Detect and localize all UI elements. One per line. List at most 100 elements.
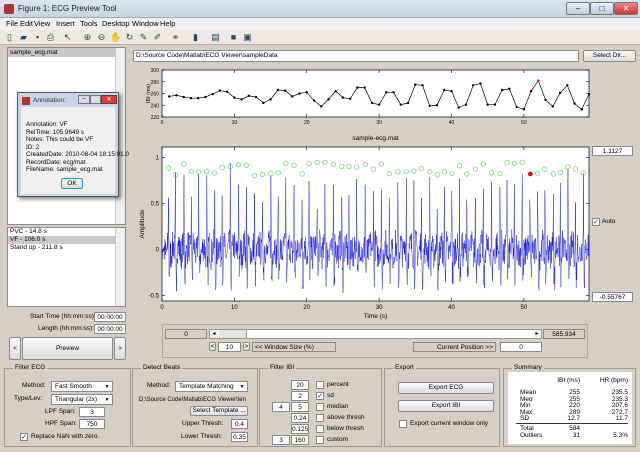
- detect-method-dropdown[interactable]: Template Matching ▼: [175, 381, 248, 392]
- slider-thumb[interactable]: [219, 330, 247, 338]
- ibi-point: [233, 96, 236, 99]
- window-size-increase-button[interactable]: >: [243, 342, 250, 351]
- ibi-point: [327, 98, 330, 101]
- preview-next-button[interactable]: >: [114, 337, 126, 360]
- preview-prev-button[interactable]: <: [9, 337, 21, 360]
- ibi-filter-custom-checkbox[interactable]: [316, 436, 324, 444]
- open-folder-icon[interactable]: ▰: [18, 32, 29, 43]
- auto-checkbox[interactable]: ✓: [592, 218, 600, 226]
- new-file-icon[interactable]: ▯: [4, 32, 15, 43]
- pointer-icon[interactable]: ↖: [62, 32, 73, 43]
- ibi-filter-param-a[interactable]: 4: [272, 402, 290, 412]
- preview-button[interactable]: Preview: [22, 337, 113, 360]
- ibi-filter-above-thresh-checkbox[interactable]: [316, 414, 324, 422]
- menu-edit[interactable]: Edit: [20, 19, 33, 28]
- ibi-point: [320, 105, 323, 108]
- dialog-close-button[interactable]: ✕: [101, 95, 117, 104]
- menu-file[interactable]: File: [6, 19, 18, 28]
- annotation-list[interactable]: PVC - 14.8 s VF - 106.0 s Stand up - 211.8…: [7, 227, 126, 307]
- menu-help[interactable]: Help: [160, 19, 175, 28]
- replace-nan-label: Replace NaN with zero.: [31, 433, 100, 440]
- dialog-minimize-button[interactable]: –: [78, 95, 90, 104]
- menu-insert[interactable]: Insert: [56, 19, 75, 28]
- menu-window[interactable]: Window: [132, 19, 159, 28]
- current-position-input[interactable]: 0: [500, 342, 542, 352]
- auto-label: Auto: [602, 218, 616, 225]
- annotation-list-item[interactable]: PVC - 14.8 s: [8, 228, 115, 236]
- annotation-list-item[interactable]: VF - 106.0 s: [8, 236, 115, 244]
- ibi-filter-param-a[interactable]: 3: [272, 435, 290, 445]
- ibi-point: [435, 104, 439, 107]
- dialog-maximize-button[interactable]: [90, 95, 101, 104]
- hide-plot-tools-icon[interactable]: ■: [228, 32, 239, 43]
- ibi-filter-median-checkbox[interactable]: [316, 403, 324, 411]
- rotate-icon[interactable]: ↻: [124, 32, 135, 43]
- zoom-in-icon[interactable]: ⊕: [82, 32, 93, 43]
- replace-nan-checkbox[interactable]: ✓: [20, 433, 28, 441]
- ymin-input[interactable]: -0.55767: [592, 292, 633, 302]
- print-icon[interactable]: ⎙: [45, 32, 56, 43]
- hpf-input[interactable]: 750: [79, 419, 105, 429]
- position-slider[interactable]: ◂ ▸: [209, 329, 542, 339]
- ibi-filter-percent-checkbox[interactable]: [316, 381, 324, 389]
- chevron-down-icon: ▼: [239, 384, 245, 390]
- menu-desktop[interactable]: Desktop: [102, 19, 130, 28]
- close-button[interactable]: ✕: [614, 2, 638, 15]
- lpf-input[interactable]: 3: [79, 407, 105, 417]
- filter-method-dropdown[interactable]: Fast Smooth ▼: [51, 381, 113, 392]
- ibi-filter-param-b[interactable]: 20: [291, 380, 309, 390]
- ibi-point: [515, 105, 518, 109]
- minimize-button[interactable]: –: [566, 2, 590, 15]
- ibi-filter-below-thresh-checkbox[interactable]: [316, 425, 324, 433]
- hpf-label: HPF Span:: [45, 420, 77, 427]
- length-input[interactable]: 00:00:00: [94, 324, 126, 334]
- annotation-list-scrollbar[interactable]: [115, 228, 125, 306]
- maximize-button[interactable]: □: [590, 2, 614, 15]
- ymax-input[interactable]: 1.1127: [592, 146, 633, 156]
- ibi-point: [370, 101, 374, 105]
- upper-thresh-input[interactable]: 0.4: [231, 419, 248, 429]
- slider-right-arrow[interactable]: ▸: [533, 330, 541, 338]
- summary-cell: Total: [520, 425, 534, 432]
- select-template-button[interactable]: Select Template ...: [190, 406, 248, 416]
- y-tick-label: 0.5: [151, 201, 160, 207]
- ibi-filter-param-b[interactable]: 5: [291, 402, 309, 412]
- filter-type-dropdown[interactable]: Triangular (2x) ▼: [51, 394, 113, 405]
- filter-ecg-title: Filter ECG: [13, 364, 48, 371]
- annotation-list-item[interactable]: Stand up - 211.8 s: [8, 244, 115, 252]
- filter-type-label: Type/Lev:: [14, 395, 43, 402]
- path-input[interactable]: D:\Source Code\Matlab\ECG Viewer\sampleD…: [133, 50, 579, 62]
- pan-icon[interactable]: ✋: [110, 32, 121, 43]
- window-size-input[interactable]: 10: [218, 342, 241, 352]
- show-plot-tools-icon[interactable]: ▣: [242, 32, 253, 43]
- zoom-out-icon[interactable]: ⊖: [96, 32, 107, 43]
- file-list-item[interactable]: sample_ecg.mat: [8, 48, 115, 57]
- lower-thresh-input[interactable]: 0.35: [231, 432, 248, 442]
- colorbar-icon[interactable]: ▮: [190, 32, 201, 43]
- export-window-only-checkbox[interactable]: [399, 420, 407, 428]
- ibi-point: [406, 101, 410, 105]
- slider-left-arrow[interactable]: ◂: [210, 330, 218, 338]
- window-size-decrease-button[interactable]: <: [209, 342, 216, 351]
- ibi-filter-param-b[interactable]: 160: [291, 435, 309, 445]
- brush-icon[interactable]: ✐: [152, 32, 163, 43]
- menu-tools[interactable]: Tools: [80, 19, 98, 28]
- save-icon[interactable]: ▪: [32, 32, 43, 43]
- menu-view[interactable]: View: [34, 19, 50, 28]
- ibi-filter-param-b[interactable]: 2: [291, 391, 309, 401]
- data-cursor-icon[interactable]: ✎: [138, 32, 149, 43]
- ibi-point: [399, 103, 403, 106]
- template-path-field[interactable]: D:\Source Code\Matlab\ECG Viewer\ten: [139, 395, 256, 405]
- dialog-ok-button[interactable]: OK: [61, 178, 83, 189]
- link-icon[interactable]: ⚭: [170, 32, 181, 43]
- export-ibi-button[interactable]: Export IBI: [398, 400, 494, 412]
- ibi-filter-param-b[interactable]: 0.24: [291, 413, 309, 423]
- upper-thresh-label: Upper Thresh:: [182, 420, 224, 427]
- ibi-point: [529, 89, 533, 93]
- ibi-filter-sd-checkbox[interactable]: ✓: [316, 392, 324, 400]
- export-ecg-button[interactable]: Export ECG: [398, 382, 494, 394]
- ibi-filter-param-b[interactable]: 0.125: [291, 424, 309, 434]
- start-time-input[interactable]: 00:00:00: [94, 312, 126, 322]
- legend-icon[interactable]: ▤: [210, 32, 221, 43]
- select-dir-button[interactable]: Select Dir...: [583, 50, 636, 62]
